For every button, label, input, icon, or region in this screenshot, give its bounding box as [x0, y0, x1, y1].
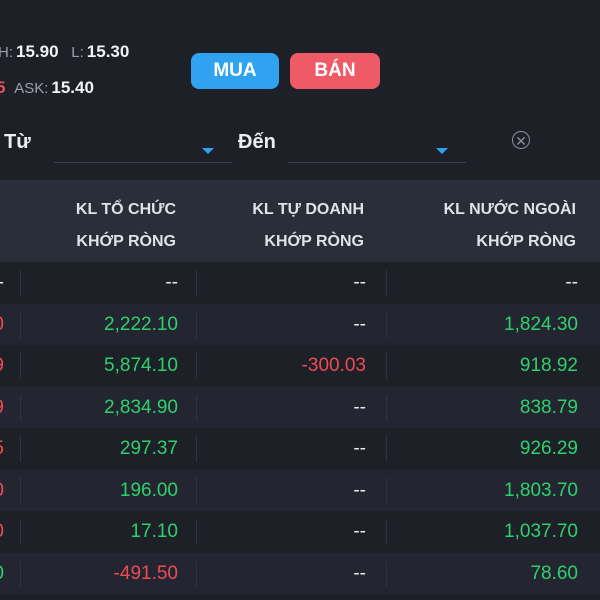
row-partial-cell: 0	[0, 511, 4, 553]
row-partial-cell: 9	[0, 345, 4, 387]
quote-panel: H: 15.90 L: 15.30 5 ASK: 15.40 MUA BÁN	[0, 0, 600, 120]
prop-net-cell: --	[353, 562, 366, 584]
low-label: L:	[71, 44, 84, 61]
row-partial-cell: 0	[0, 304, 4, 346]
table-row[interactable]: 9 2,834.90 -- 838.79	[0, 386, 600, 429]
table-row[interactable]: 9 5,874.10 -300.03 918.92	[0, 345, 600, 387]
low-value: 15.30	[86, 42, 130, 61]
table-row[interactable]: 5 297.37 -- 926.29	[0, 428, 600, 470]
clear-circle-icon[interactable]: ✕	[512, 131, 530, 149]
table-body: ------- 02,222.10--1,824.30 95,874.10-30…	[0, 262, 600, 594]
row-partial-cell: 0	[0, 553, 4, 595]
table-row[interactable]: -------	[0, 262, 600, 304]
ask-value: 15.40	[51, 78, 94, 97]
col-header-foreign[interactable]: KL NƯỚC NGOÀI KHỚP RÒNG	[444, 194, 576, 258]
to-date-select[interactable]	[288, 136, 466, 163]
foreign-net-cell: 838.79	[519, 396, 578, 418]
table-header: KL TỔ CHỨC KHỚP RÒNG KL TỰ DOANH KHỚP RÒ…	[0, 180, 600, 262]
foreign-net-cell: 1,037.70	[504, 521, 578, 542]
table-row[interactable]: 0 196.00 -- 1,803.70	[0, 469, 600, 512]
row-partial-cell: 5	[0, 428, 4, 470]
org-net-cell: --	[165, 272, 178, 293]
org-net-cell: 2,834.90	[104, 396, 178, 418]
prop-net-cell: --	[353, 396, 366, 418]
org-net-cell: 17.10	[130, 521, 178, 542]
prop-net-cell: -300.03	[301, 355, 366, 376]
row-partial-cell: -	[0, 262, 4, 304]
to-label: Đến	[238, 131, 276, 153]
prop-net-cell: --	[353, 313, 366, 335]
row-partial-cell: 0	[0, 470, 4, 512]
foreign-net-cell: 926.29	[519, 438, 578, 459]
org-net-cell: 297.37	[119, 438, 178, 459]
sell-button[interactable]: BÁN	[290, 53, 380, 89]
table-row[interactable]: 0 -491.50 -- 78.60	[0, 552, 600, 595]
prop-net-cell: --	[353, 479, 366, 501]
foreign-net-cell: --	[565, 272, 578, 293]
foreign-net-cell: 918.92	[519, 355, 578, 376]
foreign-net-cell: 78.60	[530, 562, 578, 584]
date-filter: Từ Đến ✕	[0, 120, 600, 180]
quote-high-low: H: 15.90 L: 15.30	[0, 42, 137, 62]
prop-net-cell: --	[353, 438, 366, 459]
foreign-net-cell: 1,824.30	[504, 313, 578, 335]
col-header-prop[interactable]: KL TỰ DOANH KHỚP RÒNG	[252, 194, 364, 258]
org-net-cell: 5,874.10	[104, 355, 178, 376]
table-row[interactable]: 0 17.10 -- 1,037.70	[0, 511, 600, 553]
org-net-cell: -491.50	[113, 562, 178, 584]
caret-down-icon	[202, 148, 214, 154]
col-header-org[interactable]: KL TỔ CHỨC KHỚP RÒNG	[76, 194, 176, 258]
from-label: Từ	[4, 131, 31, 153]
high-value: 15.90	[16, 42, 59, 61]
quote-ask: 5 ASK: 15.40	[0, 78, 102, 98]
table-row[interactable]: 0 2,222.10 -- 1,824.30	[0, 303, 600, 346]
foreign-net-cell: 1,803.70	[504, 479, 578, 501]
prop-net-cell: --	[353, 272, 366, 293]
caret-down-icon	[436, 148, 448, 154]
org-net-cell: 2,222.10	[104, 313, 178, 335]
prop-net-cell: --	[353, 521, 366, 542]
high-label: H:	[0, 44, 13, 61]
ask-label: ASK:	[14, 80, 49, 97]
from-date-select[interactable]	[54, 136, 232, 163]
org-net-cell: 196.00	[119, 479, 178, 501]
buy-button[interactable]: MUA	[191, 53, 279, 89]
row-partial-cell: 9	[0, 387, 4, 429]
bid-value-partial: 5	[0, 78, 6, 97]
